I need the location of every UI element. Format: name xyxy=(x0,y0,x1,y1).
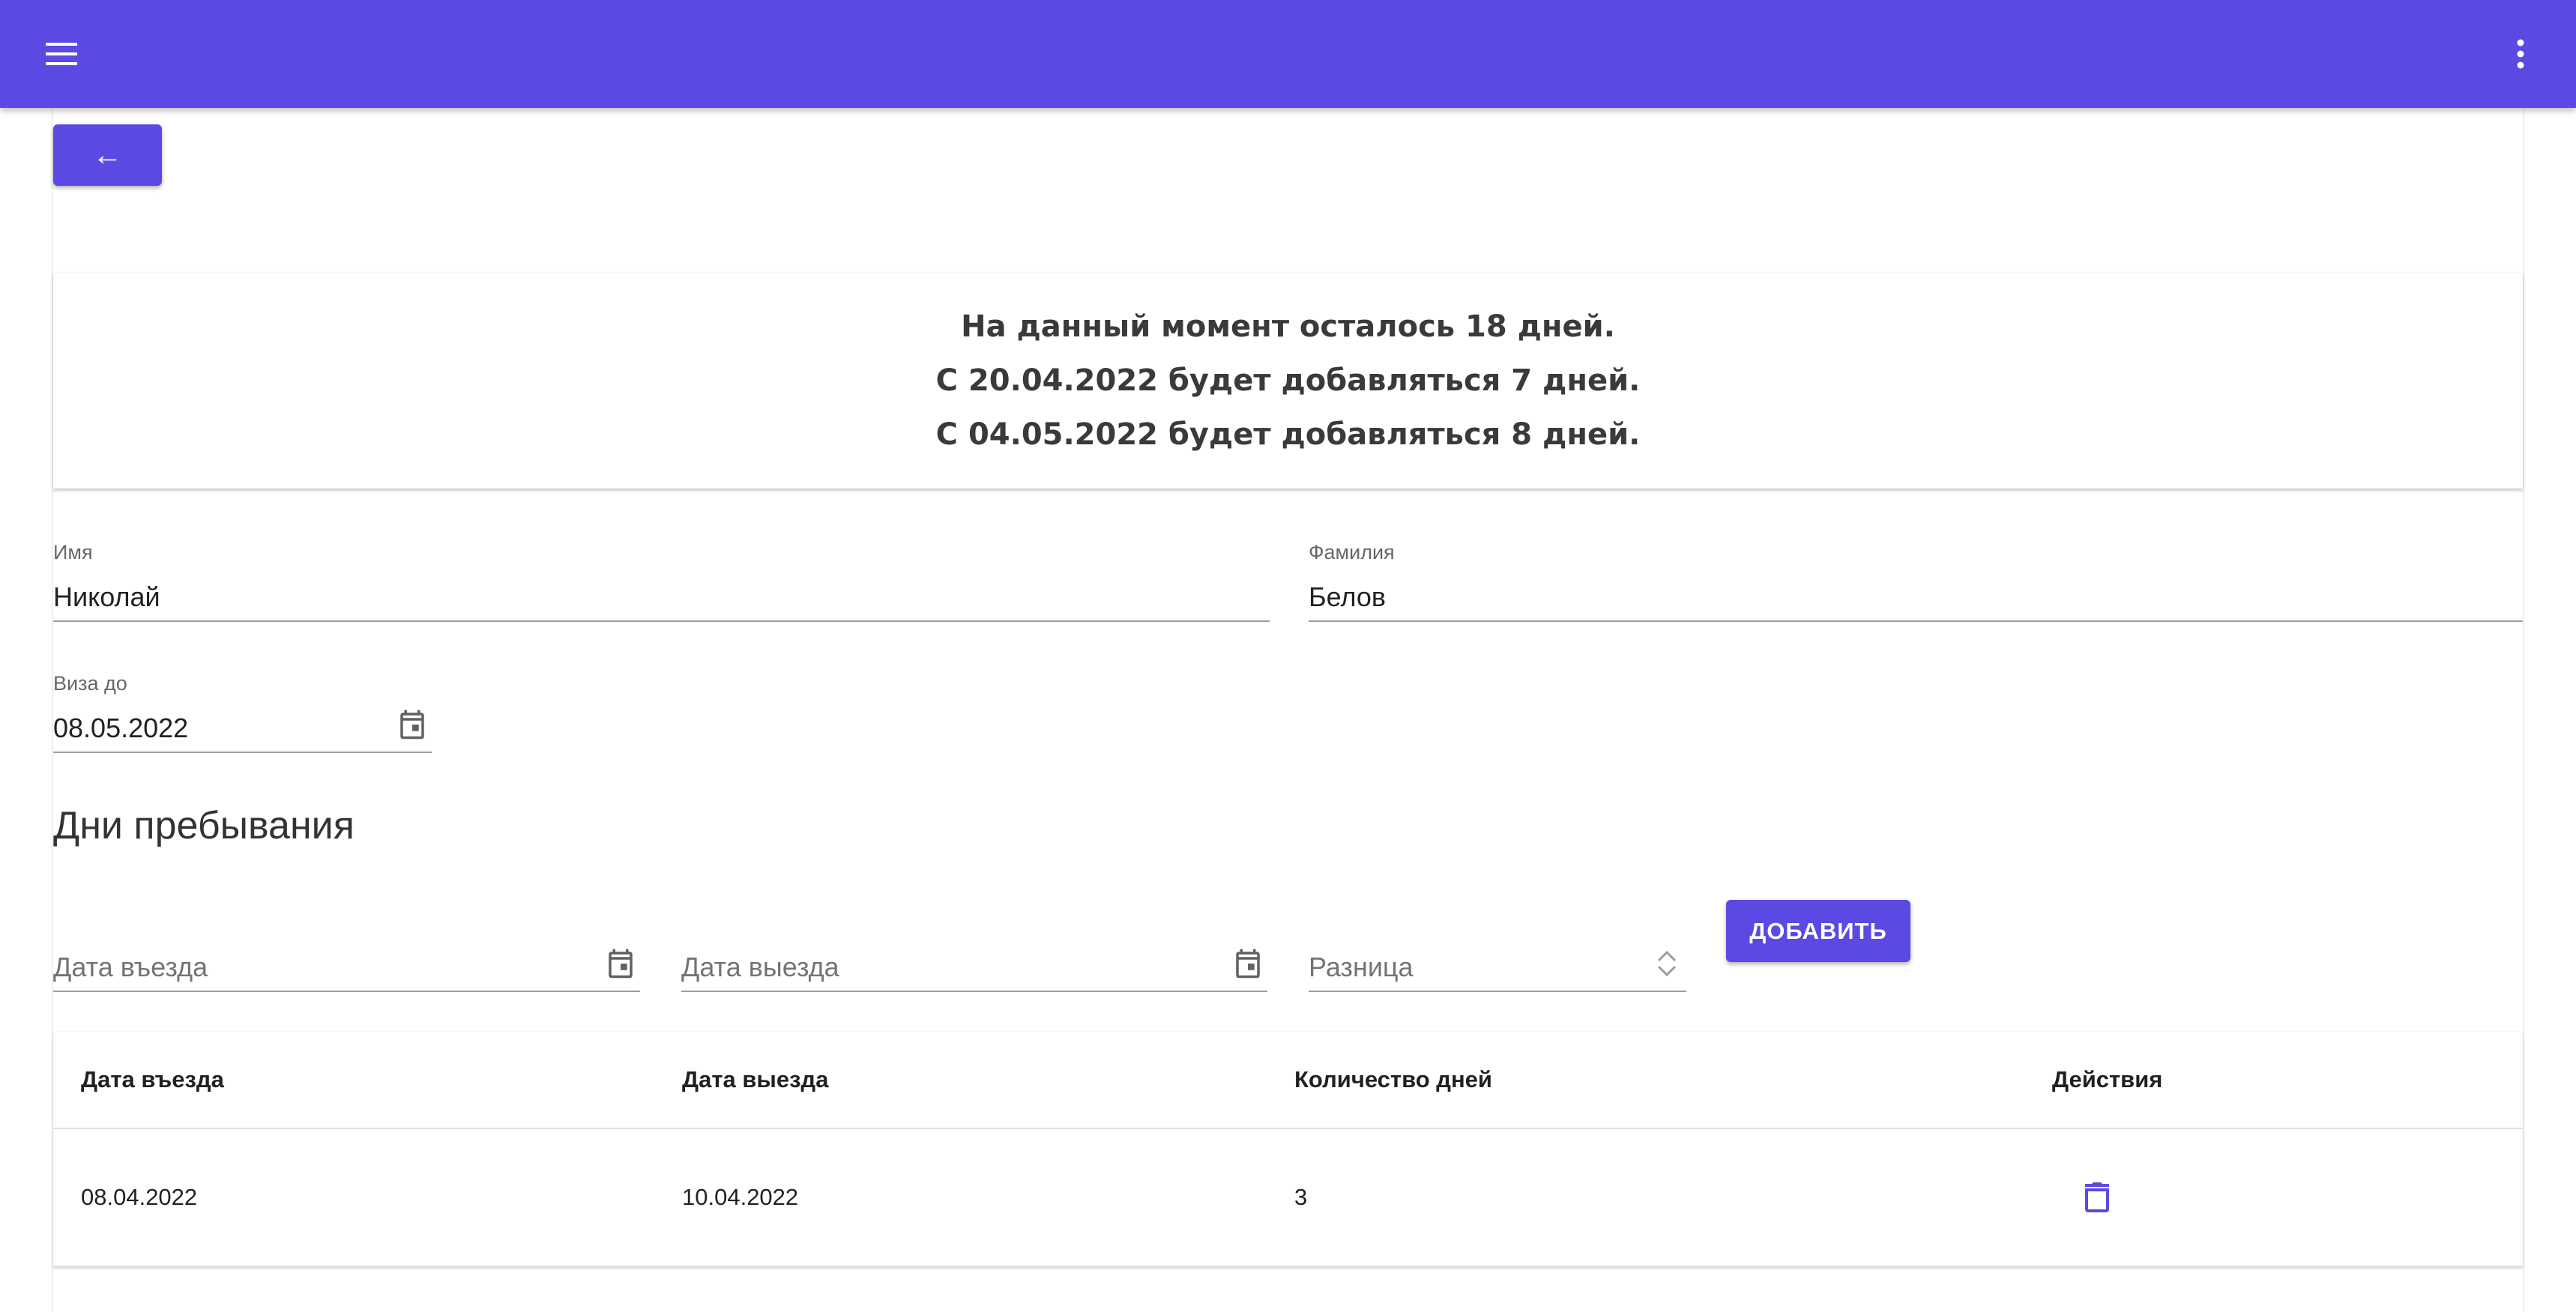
column-header-entry-date: Дата въезда xyxy=(81,1066,224,1092)
trash-icon xyxy=(2085,1182,2109,1212)
more-options-button[interactable] xyxy=(2495,28,2546,79)
visa-until-field[interactable]: Виза до 08.05.2022 xyxy=(53,672,432,753)
entry-date-calendar-button[interactable] xyxy=(601,944,640,983)
exit-date-calendar-button[interactable] xyxy=(1228,944,1267,983)
info-addition-1: С 20.04.2022 будет добавляться 7 дней. xyxy=(935,363,1641,398)
app-bar xyxy=(0,0,2576,108)
menu-button[interactable] xyxy=(36,28,87,79)
stay-days-title: Дни пребывания xyxy=(53,804,355,847)
entry-date-placeholder: Дата въезда xyxy=(53,952,208,982)
table-row: 08.04.2022 10.04.2022 3 xyxy=(53,1129,2523,1267)
page: ← На данный момент осталось 18 дней. С 2… xyxy=(0,0,2576,1312)
row-exit-date: 10.04.2022 xyxy=(682,1184,799,1210)
back-button[interactable]: ← xyxy=(53,124,162,186)
delete-button[interactable] xyxy=(2075,1175,2120,1220)
column-header-days-count: Количество дней xyxy=(1294,1066,1492,1092)
last-name-value[interactable]: Белов xyxy=(1309,581,1386,613)
exit-date-placeholder: Дата выезда xyxy=(681,952,839,982)
add-button[interactable]: ДОБАВИТЬ xyxy=(1726,900,1910,962)
visa-until-value[interactable]: 08.05.2022 xyxy=(53,713,188,744)
chevron-down-icon[interactable] xyxy=(1656,964,1678,979)
info-addition-2: С 04.05.2022 будет добавляться 8 дней. xyxy=(935,417,1641,452)
menu-icon xyxy=(46,43,77,65)
calendar-icon xyxy=(1236,949,1260,979)
table-header-row: Дата въезда Дата выезда Количество дней … xyxy=(53,1032,2523,1129)
info-remaining-days: На данный момент осталось 18 дней. xyxy=(961,309,1615,344)
difference-field[interactable]: Разница xyxy=(1309,914,1686,992)
exit-date-field[interactable]: Дата выезда xyxy=(681,914,1267,992)
row-entry-date: 08.04.2022 xyxy=(81,1184,198,1210)
last-name-label: Фамилия xyxy=(1309,541,1395,563)
column-header-exit-date: Дата выезда xyxy=(682,1066,829,1092)
calendar-icon xyxy=(609,949,633,979)
more-vert-icon xyxy=(2517,39,2524,69)
info-panel: На данный момент осталось 18 дней. С 20.… xyxy=(53,273,2523,489)
difference-placeholder: Разница xyxy=(1309,952,1414,982)
calendar-icon xyxy=(400,710,424,740)
entry-date-field[interactable]: Дата въезда xyxy=(53,914,640,992)
visa-until-label: Виза до xyxy=(53,672,127,695)
first-name-value[interactable]: Николай xyxy=(53,581,160,613)
column-header-actions: Действия xyxy=(2052,1066,2163,1092)
back-arrow-icon: ← xyxy=(92,138,123,172)
visa-calendar-button[interactable] xyxy=(393,705,432,744)
first-name-label: Имя xyxy=(53,541,93,563)
chevron-up-icon[interactable] xyxy=(1656,949,1678,964)
first-name-field[interactable]: Имя Николай xyxy=(53,541,1270,622)
row-days-count: 3 xyxy=(1294,1184,1308,1210)
stay-table: Дата въезда Дата выезда Количество дней … xyxy=(53,1032,2523,1267)
last-name-field[interactable]: Фамилия Белов xyxy=(1309,541,2523,622)
row-actions xyxy=(2075,1129,2120,1266)
stepper-icon[interactable] xyxy=(1647,937,1686,991)
